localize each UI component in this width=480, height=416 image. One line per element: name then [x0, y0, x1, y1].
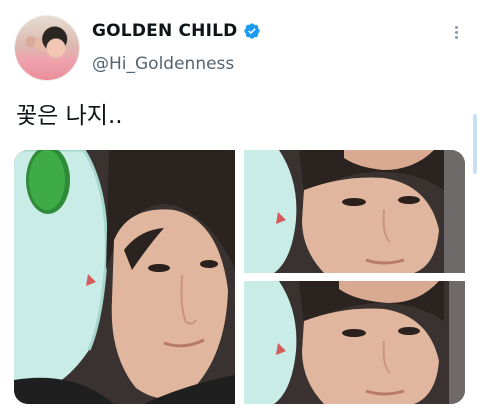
- tweet-photo-1[interactable]: [14, 150, 235, 404]
- tweet-photo-3[interactable]: [244, 281, 465, 404]
- media-grid: [14, 150, 465, 404]
- author-row: GOLDEN CHILD: [92, 21, 261, 41]
- tweet-photo-2[interactable]: [244, 150, 465, 273]
- verified-badge-icon: [243, 22, 261, 40]
- avatar[interactable]: [14, 15, 80, 81]
- tweet-text: 꽃은 나지..: [16, 103, 123, 129]
- author-name[interactable]: GOLDEN CHILD: [92, 21, 237, 41]
- scrollbar[interactable]: [473, 114, 477, 174]
- more-options-icon[interactable]: [449, 24, 463, 42]
- author-handle[interactable]: @Hi_Goldenness: [92, 54, 234, 74]
